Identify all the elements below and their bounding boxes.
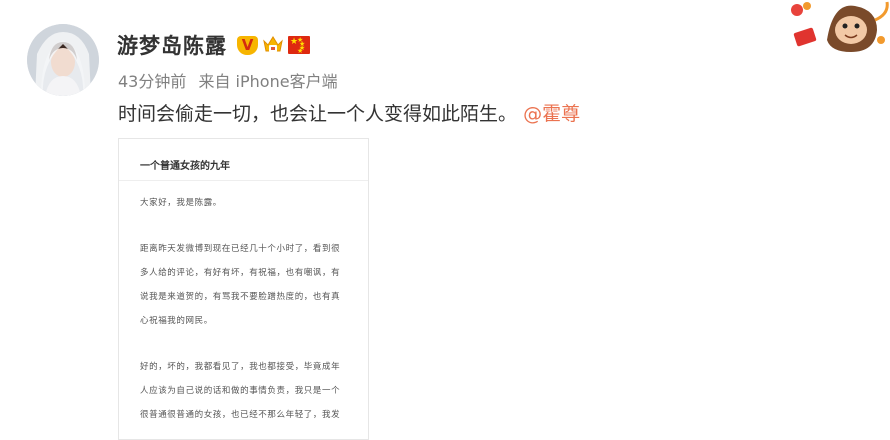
china-flag-icon: ★ ★ ★ ★ ★ <box>288 36 310 55</box>
post-meta: 43分钟前 来自 iPhone客户端 <box>118 68 345 92</box>
decoration-monkey-icon <box>777 0 890 56</box>
article-line: 大家好，我是陈露。 <box>140 198 222 208</box>
vip-crown-icon[interactable] <box>262 35 284 55</box>
article-line: 说我是来道贺的，有骂我不要脸蹭热度的，也有真 <box>140 292 341 302</box>
mention-link[interactable]: @霍尊 <box>523 103 580 125</box>
article-line: 距离昨天发微博到现在已经几十个小时了，看到很 <box>140 244 341 254</box>
article-card[interactable]: 一个普通女孩的九年 大家好，我是陈露。 距离昨天发微博到现在已经几十个小时了，看… <box>118 138 369 440</box>
article-line: 心祝福我的网民。 <box>140 316 213 326</box>
avatar[interactable] <box>27 24 99 96</box>
article-line: 很普通很普通的女孩，也已经不那么年轻了，我发 <box>140 410 341 420</box>
weibo-post: 游梦岛陈露 V ★ ★ ★ ★ ★ 43分钟前 来自 iPhone客户端 时间会… <box>0 0 890 440</box>
post-source[interactable]: 来自 iPhone客户端 <box>198 72 337 91</box>
name-row: 游梦岛陈露 V ★ ★ ★ ★ ★ <box>117 30 310 60</box>
post-body: 时间会偷走一切，也会让一个人变得如此陌生。 <box>118 103 518 125</box>
article-line: 好的，坏的，我都看见了，我也都接受，毕竟成年 <box>140 362 341 372</box>
article-line: 多人给的评论，有好有坏，有祝福，也有嘲讽，有 <box>140 268 341 278</box>
badges: V ★ ★ ★ ★ ★ <box>237 35 310 55</box>
avatar-photo <box>27 24 99 96</box>
post-text: 时间会偷走一切，也会让一个人变得如此陌生。 @霍尊 <box>118 99 580 126</box>
verified-v-icon[interactable]: V <box>237 35 258 55</box>
username[interactable]: 游梦岛陈露 <box>117 30 227 60</box>
article-title: 一个普通女孩的九年 <box>140 161 230 172</box>
post-time[interactable]: 43分钟前 <box>118 72 186 91</box>
article-line: 人应该为自己说的话和做的事情负责，我只是一个 <box>140 386 341 396</box>
article-divider <box>119 180 368 181</box>
